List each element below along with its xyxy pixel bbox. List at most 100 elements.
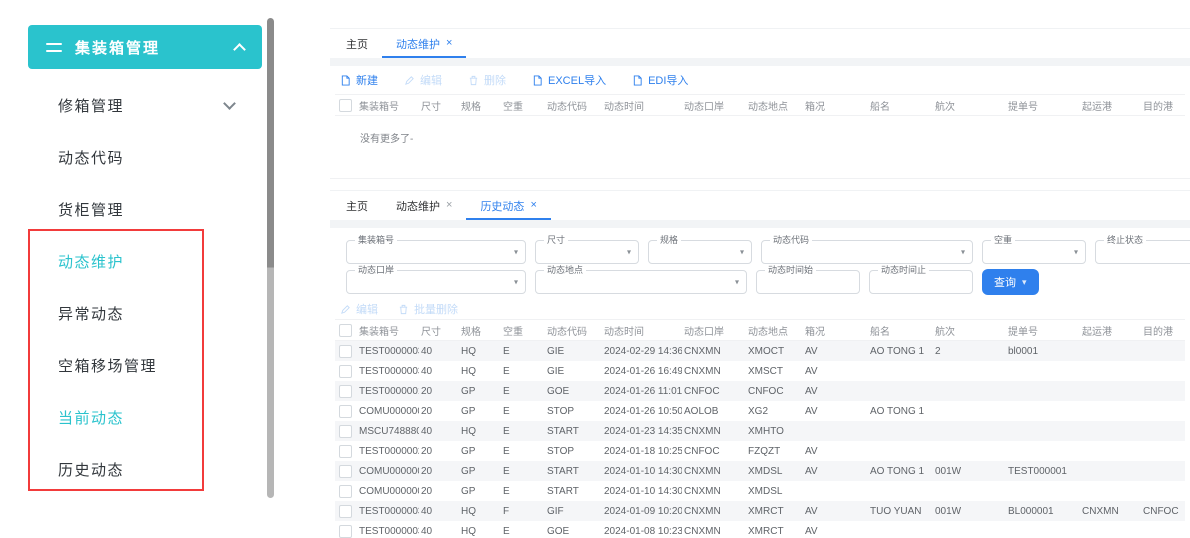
query-button[interactable]: 查询 ▾ <box>982 269 1039 295</box>
row-checkbox[interactable] <box>339 365 352 378</box>
cell-empty-full: E <box>501 421 545 441</box>
sidebar-item-label: 空箱移场管理 <box>58 355 157 376</box>
row-checkbox[interactable] <box>339 465 352 478</box>
table-row[interactable]: TEST0000003 40 HQ E GIE 2024-02-29 14:36… <box>335 341 1185 362</box>
cell-size: 20 <box>419 481 459 501</box>
cell-spec: GP <box>459 381 501 401</box>
close-icon[interactable]: × <box>446 38 452 49</box>
sidebar-item-dynamic-code[interactable]: 动态代码 <box>28 131 262 183</box>
close-icon[interactable]: × <box>530 200 536 211</box>
new-button[interactable]: 新建 <box>340 72 378 88</box>
dynamic-maintenance-panel: 主页 动态维护 × 新建 编辑 删除 <box>330 28 1190 179</box>
table-row[interactable]: TEST0000003 40 HQ F GIF 2024-01-09 10:20… <box>335 501 1185 521</box>
column-header: 目的港 <box>1141 95 1185 116</box>
column-header: 空重 <box>501 320 545 341</box>
edit-button[interactable]: 编辑 <box>340 301 378 317</box>
tab-home[interactable]: 主页 <box>344 191 382 220</box>
table-row[interactable]: TEST0000003 40 HQ E GOE 2024-01-08 10:23… <box>335 521 1185 538</box>
size-select[interactable]: 尺寸 ▾ <box>535 240 639 264</box>
edit-button[interactable]: 编辑 <box>404 72 442 88</box>
close-icon[interactable]: × <box>446 200 452 211</box>
cell-dynamic-time: 2024-02-29 14:36 <box>602 341 682 362</box>
cell-empty-full: E <box>501 481 545 501</box>
end-status-select[interactable]: 终止状态 <box>1095 240 1190 264</box>
select-all-checkbox[interactable] <box>339 324 352 337</box>
sidebar-menu: 修箱管理 动态代码 货柜管理 动态维护 异常动态 空箱移场管理 当前动态 <box>28 69 262 495</box>
sidebar-item-empty-box-transfer[interactable]: 空箱移场管理 <box>28 339 262 391</box>
delete-button[interactable]: 删除 <box>468 72 506 88</box>
table-row[interactable]: TEST0000002 20 GP E STOP 2024-01-18 10:2… <box>335 441 1185 461</box>
cell-origin-port: CNXMN <box>1080 501 1141 521</box>
table-row[interactable]: MSCU7488803 40 HQ E START 2024-01-23 14:… <box>335 421 1185 441</box>
sidebar-item-repair-management[interactable]: 修箱管理 <box>28 79 262 131</box>
cell-dynamic-code: GOE <box>545 381 602 401</box>
column-header: 目的港 <box>1141 320 1185 341</box>
dynamic-code-select[interactable]: 动态代码 ▾ <box>761 240 973 264</box>
cell-ship-name <box>868 481 933 501</box>
edi-import-button[interactable]: EDI导入 <box>632 72 688 88</box>
cell-dynamic-port: CNXMN <box>682 341 746 362</box>
dynamic-time-to-input[interactable]: 动态时间止 <box>869 270 973 294</box>
excel-import-button[interactable]: EXCEL导入 <box>532 72 606 88</box>
column-header: 船名 <box>868 320 933 341</box>
filter-label: 动态口岸 <box>355 265 397 275</box>
empty-full-select[interactable]: 空重 ▾ <box>982 240 1086 264</box>
trash-icon <box>398 304 409 315</box>
select-all-checkbox[interactable] <box>339 99 352 112</box>
sidebar-scrollbar[interactable] <box>267 18 274 498</box>
cell-dynamic-port: AOLOB <box>682 401 746 421</box>
filter-label: 动态地点 <box>544 265 586 275</box>
cell-size: 20 <box>419 401 459 421</box>
batch-delete-button[interactable]: 批量删除 <box>398 301 458 317</box>
column-header: 尺寸 <box>419 320 459 341</box>
cell-spec: HQ <box>459 501 501 521</box>
row-checkbox[interactable] <box>339 525 352 538</box>
cell-destination-port <box>1141 461 1185 481</box>
sidebar-item-history-dynamics[interactable]: 历史动态 <box>28 443 262 495</box>
sidebar-item-dynamic-maintenance[interactable]: 动态维护 <box>28 235 262 287</box>
cell-box-condition: AV <box>803 501 868 521</box>
column-header: 尺寸 <box>419 95 459 116</box>
cell-dynamic-time: 2024-01-10 14:30 <box>602 461 682 481</box>
sidebar-item-cargo-container-management[interactable]: 货柜管理 <box>28 183 262 235</box>
table-row[interactable]: COMU0000003 20 GP E START 2024-01-10 14:… <box>335 461 1185 481</box>
table-row[interactable]: COMU0000003 20 GP E STOP 2024-01-26 10:5… <box>335 401 1185 421</box>
spec-select[interactable]: 规格 ▾ <box>648 240 752 264</box>
cell-box-condition: AV <box>803 401 868 421</box>
dynamic-place-select[interactable]: 动态地点 ▾ <box>535 270 747 294</box>
table-row[interactable]: TEST0000003 40 HQ E GIE 2024-01-26 16:49… <box>335 361 1185 381</box>
filter-label: 空重 <box>991 235 1015 245</box>
table-row[interactable]: COMU0000003 20 GP E START 2024-01-10 14:… <box>335 481 1185 501</box>
cell-size: 40 <box>419 361 459 381</box>
row-checkbox[interactable] <box>339 445 352 458</box>
cell-dynamic-place: XMSCT <box>746 361 803 381</box>
tab-home[interactable]: 主页 <box>344 29 382 58</box>
table-row[interactable]: TEST0000001 20 GP E GOE 2024-01-26 11:01… <box>335 381 1185 401</box>
row-checkbox[interactable] <box>339 505 352 518</box>
sidebar-item-label: 修箱管理 <box>58 95 124 116</box>
app: 集装箱管理 修箱管理 动态代码 货柜管理 动态维护 异常动态 空箱移场管理 <box>0 0 1190 538</box>
document-icon <box>340 75 351 86</box>
cell-box-condition: AV <box>803 381 868 401</box>
row-checkbox[interactable] <box>339 405 352 418</box>
row-checkbox[interactable] <box>339 345 352 358</box>
cell-ship-name <box>868 521 933 538</box>
row-checkbox[interactable] <box>339 385 352 398</box>
container-no-select[interactable]: 集装箱号 ▾ <box>346 240 526 264</box>
dynamic-port-select[interactable]: 动态口岸 ▾ <box>346 270 526 294</box>
sidebar-header-container-management[interactable]: 集装箱管理 <box>28 25 262 69</box>
filter-label: 终止状态 <box>1104 235 1146 245</box>
sidebar-item-current-dynamics[interactable]: 当前动态 <box>28 391 262 443</box>
tab-dynamic-maintenance[interactable]: 动态维护 × <box>382 29 466 58</box>
cell-origin-port <box>1080 421 1141 441</box>
cell-bl-no <box>1006 361 1080 381</box>
dynamic-time-from-input[interactable]: 动态时间始 <box>756 270 860 294</box>
cell-origin-port <box>1080 521 1141 538</box>
cell-box-condition: AV <box>803 341 868 362</box>
row-checkbox[interactable] <box>339 425 352 438</box>
tab-history-dynamics[interactable]: 历史动态 × <box>466 191 550 220</box>
cell-dynamic-port: CNXMN <box>682 361 746 381</box>
tab-dynamic-maintenance[interactable]: 动态维护 × <box>382 191 466 220</box>
sidebar-item-abnormal-dynamics[interactable]: 异常动态 <box>28 287 262 339</box>
row-checkbox[interactable] <box>339 485 352 498</box>
